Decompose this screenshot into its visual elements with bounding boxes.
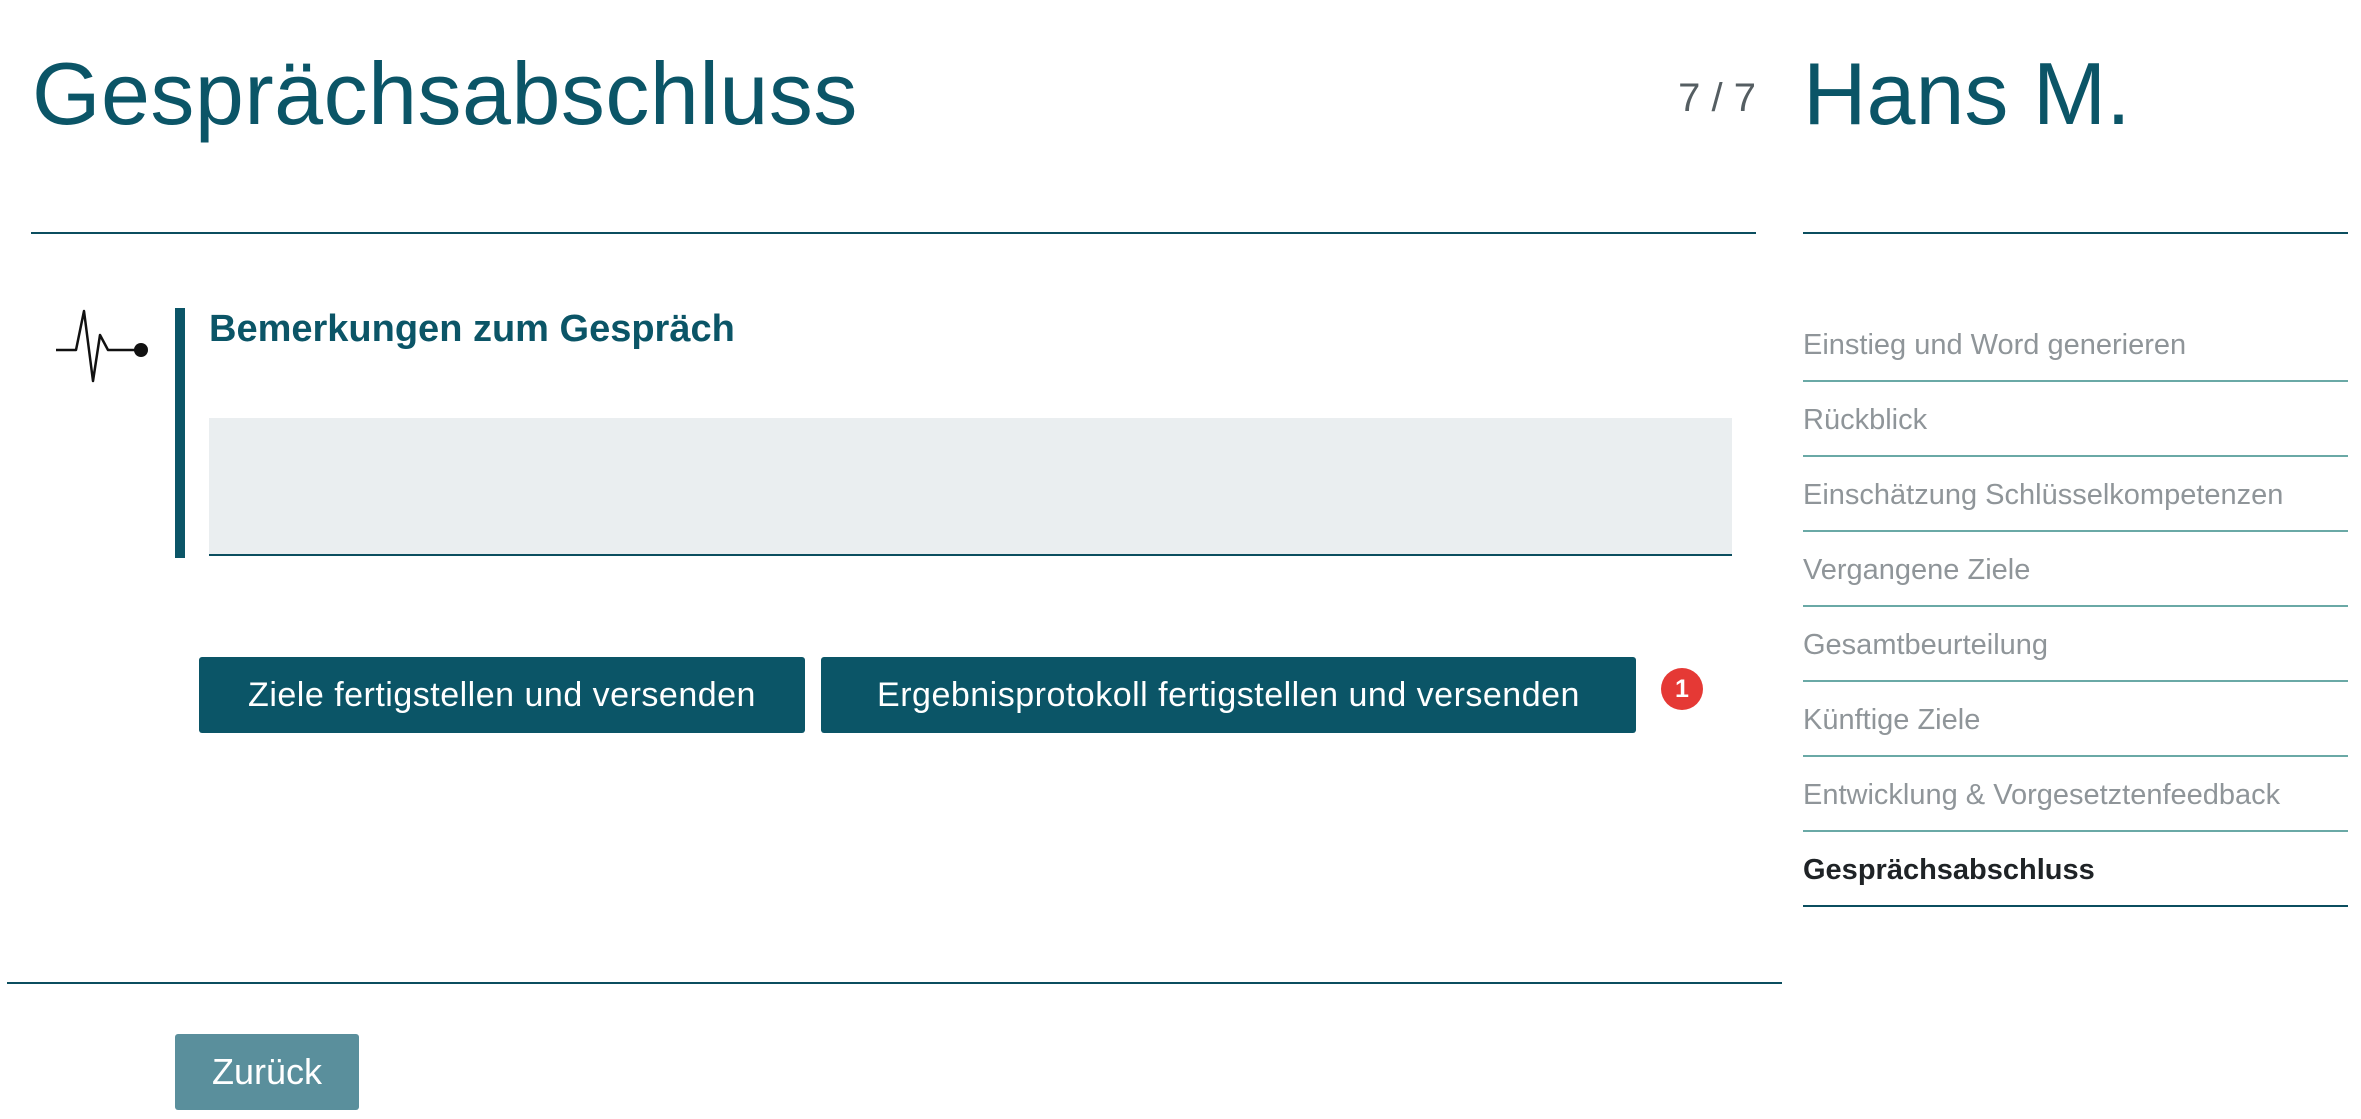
employee-name: Hans M. (1803, 44, 2131, 143)
notification-badge: 1 (1661, 668, 1703, 710)
step-nav-item[interactable]: Gesprächsabschluss (1803, 832, 2348, 907)
footer-divider (7, 982, 1782, 984)
step-nav-item[interactable]: Vergangene Ziele (1803, 532, 2348, 607)
remarks-field[interactable] (209, 418, 1732, 556)
section-title: Bemerkungen zum Gespräch (209, 308, 735, 350)
step-nav-item[interactable]: Gesamtbeurteilung (1803, 607, 2348, 682)
step-navigation: Einstieg und Word generieren Rückblick Ein… (1803, 307, 2348, 907)
finalize-goals-button[interactable]: Ziele fertigstellen und versenden (199, 657, 805, 733)
step-nav-item[interactable]: Einstieg und Word generieren (1803, 307, 2348, 382)
step-counter: 7 / 7 (1678, 76, 1756, 120)
step-nav-item[interactable]: Einschätzung Schlüsselkompetenzen (1803, 457, 2348, 532)
finalize-protocol-button[interactable]: Ergebnisprotokoll fertigstellen und vers… (821, 657, 1636, 733)
step-nav-item[interactable]: Entwicklung & Vorgesetztenfeedback (1803, 757, 2348, 832)
header-divider (31, 232, 1756, 234)
sidebar-header-divider (1803, 232, 2348, 234)
page-title: Gesprächsabschluss (32, 44, 858, 143)
back-button[interactable]: Zurück (175, 1034, 359, 1110)
heartbeat-icon (56, 309, 148, 383)
section-accent-bar (175, 308, 185, 558)
step-nav-item[interactable]: Künftige Ziele (1803, 682, 2348, 757)
step-nav-item[interactable]: Rückblick (1803, 382, 2348, 457)
